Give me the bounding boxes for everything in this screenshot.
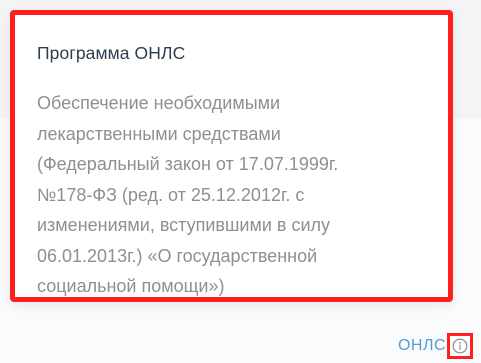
info-circle-icon <box>452 338 468 354</box>
tooltip-description-line: Обеспечение необходимыми <box>37 93 281 113</box>
tooltip-description: Обеспечение необходимыми лекарственными … <box>37 88 437 302</box>
tooltip-description-line: (Федеральный закон от 17.07.1999г. <box>37 154 339 174</box>
tooltip-description-line: №178-ФЗ (ред. от 25.12.2012г. с <box>37 184 305 205</box>
tooltip-description-line: 06.01.2013г.) «О государственной <box>37 245 318 266</box>
tooltip-description-line: лекарственными средствами <box>37 123 281 144</box>
info-button[interactable] <box>447 333 473 359</box>
program-tooltip: Программа ОНЛС Обеспечение необходимыми … <box>10 10 453 302</box>
tooltip-title: Программа ОНЛС <box>37 43 186 63</box>
program-indicator: ОНЛС <box>398 333 473 359</box>
tooltip-description-line: изменениями, вступившими в силу <box>37 215 331 235</box>
onls-program-link[interactable]: ОНЛС <box>398 337 446 355</box>
tooltip-description-line: социальной помощи») <box>37 276 225 296</box>
